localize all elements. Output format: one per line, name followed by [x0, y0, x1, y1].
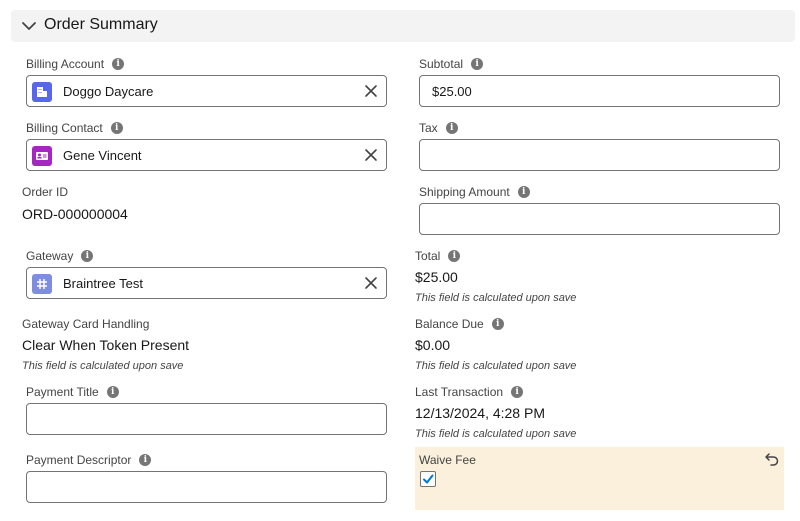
payment-title-label: Payment Title i — [26, 385, 119, 399]
undo-icon[interactable] — [764, 451, 780, 467]
subtotal-input[interactable]: $25.00 — [419, 75, 780, 107]
payment-title-input[interactable] — [26, 403, 387, 435]
clear-icon[interactable] — [364, 148, 378, 162]
total-note: This field is calculated upon save — [415, 292, 577, 304]
clear-icon[interactable] — [364, 276, 378, 290]
gateway-value: Braintree Test — [63, 276, 143, 291]
hash-icon — [32, 274, 52, 294]
billing-contact-value: Gene Vincent — [63, 148, 142, 163]
info-icon[interactable]: i — [112, 58, 125, 70]
waive-fee-label: Waive Fee — [419, 453, 476, 467]
waive-fee-checkbox[interactable] — [420, 471, 436, 487]
card-handling-note: This field is calculated upon save — [22, 360, 184, 372]
info-icon[interactable]: i — [517, 186, 530, 198]
account-icon — [32, 82, 52, 102]
last-transaction-label: Last Transaction i — [415, 385, 524, 399]
gateway-label-text: Gateway — [26, 249, 74, 263]
total-label-text: Total — [415, 249, 441, 263]
order-id-label-text: Order ID — [22, 185, 69, 199]
shipping-input[interactable] — [419, 203, 780, 235]
billing-account-label: Billing Account i — [26, 57, 125, 71]
total-label: Total i — [415, 249, 461, 263]
waive-fee-label-text: Waive Fee — [419, 453, 476, 467]
info-icon[interactable]: i — [448, 250, 461, 262]
billing-contact-field[interactable]: Gene Vincent — [26, 139, 387, 171]
shipping-label-text: Shipping Amount — [419, 185, 510, 199]
payment-descriptor-input[interactable] — [26, 471, 387, 503]
shipping-label: Shipping Amount i — [419, 185, 530, 199]
order-id-value: ORD-000000004 — [22, 206, 128, 222]
info-icon[interactable]: i — [139, 454, 152, 466]
billing-contact-label: Billing Contact i — [26, 121, 123, 135]
info-icon[interactable]: i — [110, 122, 123, 134]
billing-account-label-text: Billing Account — [26, 57, 105, 71]
info-icon[interactable]: i — [491, 318, 504, 330]
tax-label: Tax i — [419, 121, 458, 135]
last-transaction-value: 12/13/2024, 4:28 PM — [415, 405, 545, 421]
tax-input[interactable] — [419, 139, 780, 171]
gateway-field[interactable]: Braintree Test — [26, 267, 387, 299]
info-icon[interactable]: i — [106, 386, 119, 398]
checkmark-icon — [423, 474, 434, 484]
balance-due-label-text: Balance Due — [415, 317, 484, 331]
last-transaction-label-text: Last Transaction — [415, 385, 504, 399]
section-header[interactable]: Order Summary — [11, 10, 795, 42]
clear-icon[interactable] — [364, 84, 378, 98]
billing-account-value: Doggo Daycare — [63, 84, 154, 99]
card-handling-value: Clear When Token Present — [22, 337, 190, 353]
tax-label-text: Tax — [419, 121, 438, 135]
info-icon[interactable]: i — [511, 386, 524, 398]
subtotal-label: Subtotal i — [419, 57, 484, 71]
card-handling-label: Gateway Card Handling — [22, 317, 149, 331]
info-icon[interactable]: i — [471, 58, 484, 70]
card-handling-label-text: Gateway Card Handling — [22, 317, 150, 331]
total-value: $25.00 — [415, 269, 458, 285]
gateway-label: Gateway i — [26, 249, 94, 263]
balance-due-note: This field is calculated upon save — [415, 360, 577, 372]
balance-due-value: $0.00 — [415, 337, 451, 353]
payment-descriptor-label: Payment Descriptor i — [26, 453, 152, 467]
section-title: Order Summary — [44, 16, 158, 33]
chevron-down-icon[interactable] — [21, 18, 37, 34]
payment-title-label-text: Payment Title — [26, 385, 99, 399]
subtotal-label-text: Subtotal — [419, 57, 464, 71]
last-transaction-note: This field is calculated upon save — [415, 428, 577, 440]
subtotal-value: $25.00 — [432, 84, 472, 99]
info-icon[interactable]: i — [81, 250, 94, 262]
info-icon[interactable]: i — [445, 122, 458, 134]
contact-icon — [32, 146, 52, 166]
balance-due-label: Balance Due i — [415, 317, 504, 331]
billing-account-field[interactable]: Doggo Daycare — [26, 75, 387, 107]
billing-contact-label-text: Billing Contact — [26, 121, 103, 135]
order-id-label: Order ID — [22, 185, 68, 199]
payment-descriptor-label-text: Payment Descriptor — [26, 453, 132, 467]
